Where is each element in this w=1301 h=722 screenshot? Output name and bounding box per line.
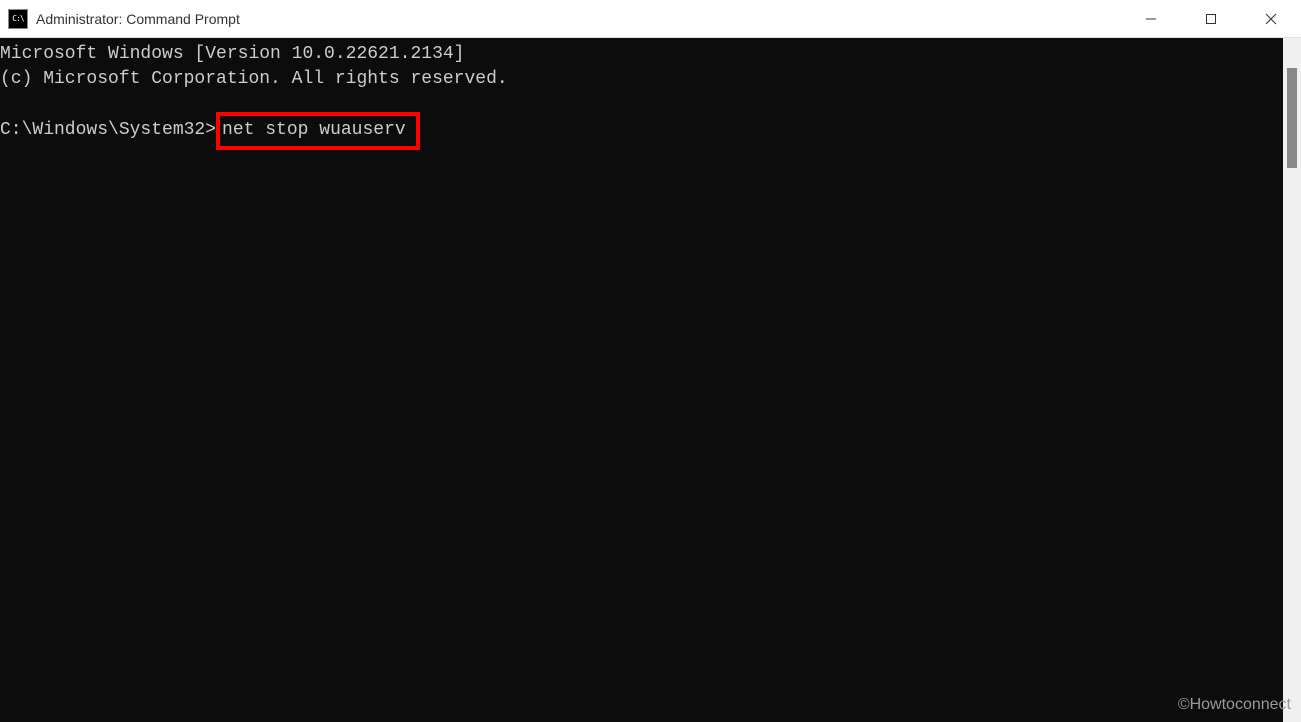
minimize-icon [1145,13,1157,25]
terminal-output[interactable]: Microsoft Windows [Version 10.0.22621.21… [0,38,1283,722]
maximize-icon [1205,13,1217,25]
command-highlight: net stop wuauserv [216,112,420,149]
terminal-line-version: Microsoft Windows [Version 10.0.22621.21… [0,42,1283,67]
prompt-line: C:\Windows\System32> net stop wuauserv [0,112,1283,149]
window-title: Administrator: Command Prompt [36,11,1121,27]
cmd-icon: C:\ [8,9,28,29]
command-prompt-window: C:\ Administrator: Command Prompt Micros… [0,0,1301,722]
close-icon [1265,13,1277,25]
maximize-button[interactable] [1181,0,1241,37]
watermark-text: ©Howtoconnect [1178,696,1291,714]
terminal-container: Microsoft Windows [Version 10.0.22621.21… [0,38,1301,722]
typed-command: net stop wuauserv [222,120,406,140]
vertical-scrollbar[interactable] [1283,38,1301,722]
prompt-path: C:\Windows\System32> [0,118,216,143]
scrollbar-thumb[interactable] [1287,68,1297,168]
close-button[interactable] [1241,0,1301,37]
terminal-line-copyright: (c) Microsoft Corporation. All rights re… [0,67,1283,92]
cmd-icon-text: C:\ [12,14,23,23]
titlebar[interactable]: C:\ Administrator: Command Prompt [0,0,1301,38]
window-controls [1121,0,1301,37]
minimize-button[interactable] [1121,0,1181,37]
